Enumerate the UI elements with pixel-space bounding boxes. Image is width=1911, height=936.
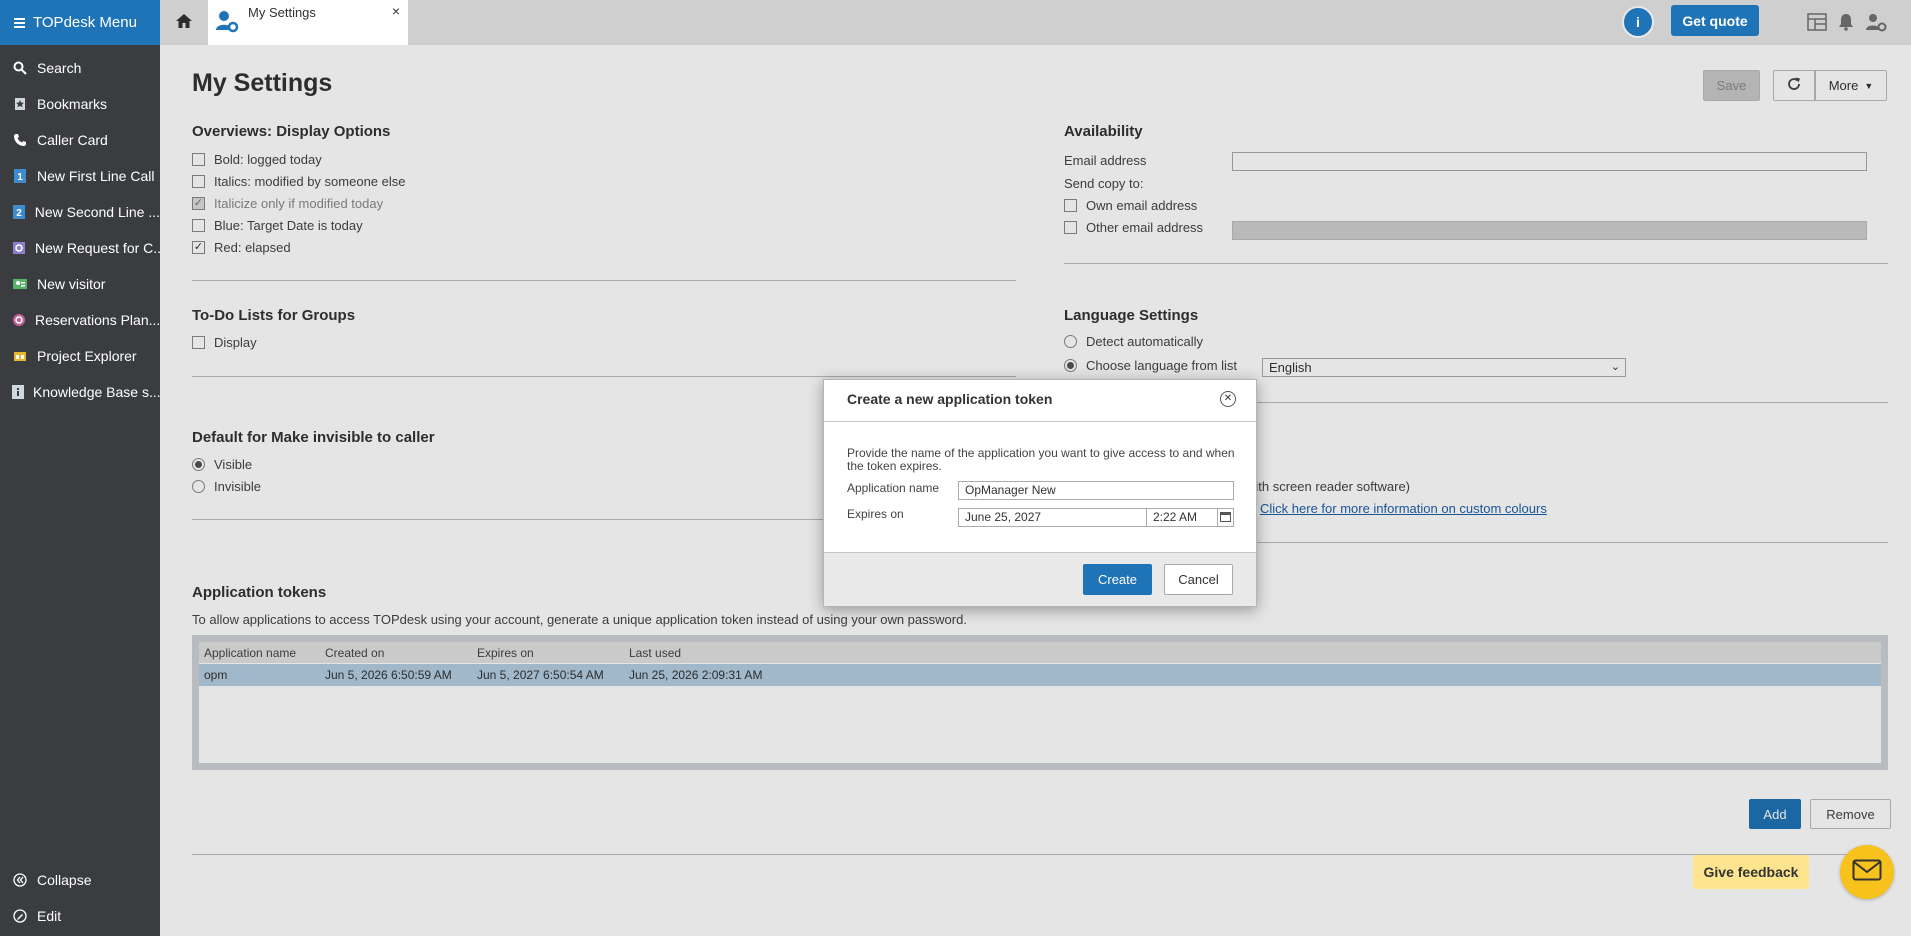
sidebar-item-edit[interactable]: Edit	[0, 898, 160, 934]
get-quote-button[interactable]: Get quote	[1671, 5, 1759, 36]
topdesk-menu-label: TOPdesk Menu	[33, 14, 137, 31]
visitor-icon	[12, 276, 28, 292]
sidebar-item-label: Caller Card	[37, 132, 108, 148]
sidebar-nav: Search Bookmarks Caller Card 1 New First…	[0, 50, 160, 410]
sidebar-item-label: Project Explorer	[37, 348, 137, 364]
give-feedback-label[interactable]: Give feedback	[1693, 855, 1809, 889]
project-icon	[12, 348, 28, 364]
change-request-icon	[12, 240, 26, 256]
topdesk-menu-button[interactable]: TOPdesk Menu	[0, 0, 160, 45]
close-icon[interactable]: ✕	[1220, 391, 1236, 407]
divider	[824, 421, 1256, 422]
sidebar-item-first-line-call[interactable]: 1 New First Line Call	[0, 158, 160, 194]
svg-text:2: 2	[16, 208, 22, 219]
tab-my-settings[interactable]: My Settings ×	[208, 0, 408, 45]
feedback-button[interactable]	[1840, 845, 1894, 899]
info-icon: i	[1636, 14, 1640, 30]
bookmark-icon	[12, 96, 28, 112]
sidebar-item-label: Edit	[37, 908, 62, 924]
sidebar-item-label: Reservations Plan...	[35, 312, 160, 328]
app-name-input[interactable]: OpManager New	[958, 481, 1234, 500]
collapse-icon	[12, 872, 28, 888]
sidebar-item-project-explorer[interactable]: Project Explorer	[0, 338, 160, 374]
sidebar-item-label: Collapse	[37, 872, 92, 888]
layout-icon[interactable]	[1805, 10, 1829, 34]
sidebar-item-label: New Request for C...	[35, 240, 160, 256]
top-bar: My Settings × i Get quote	[160, 0, 1911, 45]
sidebar-item-knowledge-base[interactable]: Knowledge Base s...	[0, 374, 160, 410]
first-line-icon: 1	[12, 168, 28, 184]
bell-icon[interactable]	[1834, 10, 1858, 34]
sidebar-item-label: Knowledge Base s...	[33, 384, 160, 400]
user-settings-icon[interactable]	[1864, 10, 1888, 34]
sidebar-item-request-for-change[interactable]: New Request for C...	[0, 230, 160, 266]
sidebar-item-label: New Second Line ...	[34, 204, 160, 220]
sidebar-bottom: Collapse Edit	[0, 862, 160, 936]
sidebar-item-caller-card[interactable]: Caller Card	[0, 122, 160, 158]
second-line-icon: 2	[12, 204, 26, 220]
sidebar-item-second-line-call[interactable]: 2 New Second Line ...	[0, 194, 160, 230]
expires-on-label: Expires on	[847, 507, 904, 521]
knowledge-icon	[12, 384, 24, 400]
calendar-button[interactable]	[1217, 508, 1234, 527]
sidebar-item-bookmarks[interactable]: Bookmarks	[0, 86, 160, 122]
search-icon	[12, 60, 28, 76]
cancel-button[interactable]: Cancel	[1164, 564, 1233, 595]
sidebar-item-search[interactable]: Search	[0, 50, 160, 86]
sidebar-item-label: New First Line Call	[37, 168, 155, 184]
home-button[interactable]	[160, 0, 208, 45]
create-token-dialog: Create a new application token ✕ Provide…	[823, 379, 1257, 607]
sidebar-item-label: Bookmarks	[37, 96, 108, 112]
edit-icon	[12, 908, 28, 924]
app-name-label: Application name	[847, 481, 940, 495]
sidebar-item-label: New visitor	[37, 276, 106, 292]
sidebar: TOPdesk Menu Search Bookmarks Caller Car…	[0, 0, 160, 936]
user-settings-icon	[214, 8, 240, 38]
info-button[interactable]: i	[1622, 6, 1654, 38]
sidebar-item-label: Search	[37, 60, 82, 76]
create-button[interactable]: Create	[1083, 564, 1152, 595]
mail-icon	[1852, 859, 1882, 885]
sidebar-item-collapse[interactable]: Collapse	[0, 862, 160, 898]
hamburger-icon	[14, 16, 25, 30]
reservations-icon	[12, 312, 26, 328]
home-icon	[175, 13, 193, 33]
sidebar-item-new-visitor[interactable]: New visitor	[0, 266, 160, 302]
tab-label: My Settings	[248, 5, 316, 20]
dialog-description: Provide the name of the application you …	[847, 446, 1235, 473]
svg-text:1: 1	[17, 172, 23, 183]
sidebar-item-reservations[interactable]: Reservations Plan...	[0, 302, 160, 338]
expires-time-input[interactable]: 2:22 AM	[1146, 508, 1218, 527]
phone-icon	[12, 132, 28, 148]
close-icon[interactable]: ×	[392, 3, 400, 19]
calendar-icon	[1220, 510, 1231, 525]
dialog-title: Create a new application token	[847, 391, 1053, 407]
expires-date-input[interactable]: June 25, 2027	[958, 508, 1147, 527]
